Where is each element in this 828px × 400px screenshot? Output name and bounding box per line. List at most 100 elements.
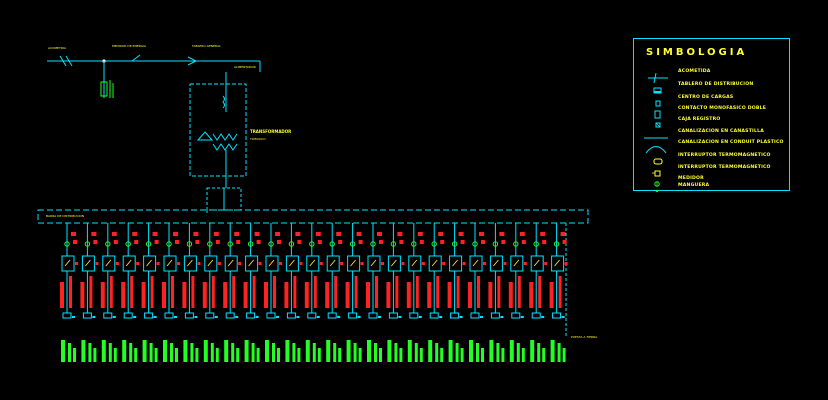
circuit-red-label bbox=[468, 282, 472, 308]
circuit-load-box bbox=[450, 312, 460, 319]
circuit-20 bbox=[447, 223, 466, 362]
circuit-switch-icon bbox=[146, 259, 152, 267]
circuit-switch-icon bbox=[350, 259, 356, 267]
circuit-green-label bbox=[326, 340, 331, 362]
circuit-tag bbox=[523, 262, 527, 265]
circuit-tag bbox=[93, 240, 98, 244]
circuit-load-box bbox=[429, 312, 439, 319]
circuit-load-tag bbox=[276, 316, 279, 318]
circuit-green-label bbox=[93, 348, 97, 362]
circuit-tag bbox=[132, 232, 138, 236]
circuit-panel bbox=[367, 255, 381, 272]
circuit-green-label bbox=[374, 343, 377, 362]
circuit-tag bbox=[299, 262, 303, 265]
circuit-load-box bbox=[531, 312, 541, 319]
circuit-red-label bbox=[488, 282, 493, 308]
legend-item: CONTACTO MONOFASICO DOBLE bbox=[642, 105, 787, 119]
circuit-red-label bbox=[354, 276, 358, 308]
circuit-load-tag bbox=[337, 316, 341, 318]
top-label-3: TABLERO GENERAL bbox=[191, 44, 221, 48]
circuit-panel bbox=[61, 255, 75, 272]
circuit-green-label bbox=[61, 340, 65, 362]
circuit-red-label bbox=[60, 282, 64, 308]
circuit-tag bbox=[442, 262, 446, 265]
circuit-green-label bbox=[265, 340, 269, 362]
circuit-red-label bbox=[477, 276, 480, 308]
circuit-load-box bbox=[388, 312, 398, 319]
circuit-5 bbox=[141, 223, 160, 362]
circuit-green-label bbox=[407, 340, 412, 362]
legend-item: TABLERO DE DISTRIBUCION bbox=[642, 81, 787, 94]
circuit-green-label bbox=[394, 343, 398, 362]
circuit-tag bbox=[134, 240, 139, 244]
circuit-tag bbox=[340, 262, 344, 265]
circuit-tag bbox=[438, 232, 444, 236]
circuit-panel bbox=[428, 255, 442, 272]
circuit-4 bbox=[121, 223, 140, 362]
circuit-red-label bbox=[366, 282, 370, 308]
circuit-load-tag bbox=[561, 316, 565, 318]
circuit-tag bbox=[560, 232, 566, 236]
legend-item-label: CANALIZACION EN CANASTILLA bbox=[678, 129, 764, 134]
circuit-green-label bbox=[312, 343, 316, 362]
circuit-green-label bbox=[236, 348, 240, 362]
circuit-green-label bbox=[317, 348, 321, 362]
circuit-tag bbox=[115, 262, 119, 265]
circuit-16 bbox=[366, 223, 384, 362]
circuit-red-label bbox=[252, 276, 256, 308]
circuit-switch-icon bbox=[513, 259, 520, 267]
circuit-green-label bbox=[215, 348, 219, 362]
legend-item-label: INTERRUPTOR TERMOMAGNETICO bbox=[678, 153, 771, 158]
circuit-load-box bbox=[552, 312, 562, 319]
circuit-7 bbox=[182, 223, 201, 362]
circuit-red-label bbox=[150, 276, 154, 308]
legend-item: INTERRUPTOR TERMOMAGNETICO bbox=[642, 152, 787, 165]
circuit-panel bbox=[489, 255, 503, 272]
circuit-green-label bbox=[149, 343, 153, 362]
circuit-13 bbox=[304, 223, 323, 362]
circuit-green-label bbox=[521, 348, 525, 362]
circuit-green-label bbox=[562, 348, 566, 362]
circuit-load-box bbox=[327, 312, 337, 319]
circuit-load-box bbox=[164, 312, 174, 319]
circuit-green-label bbox=[297, 348, 301, 362]
breaker-icon bbox=[642, 152, 670, 165]
breaker-small-icon bbox=[642, 164, 670, 177]
circuit-tag bbox=[521, 240, 526, 244]
circuit-load-tag bbox=[194, 316, 198, 318]
circuit-tag bbox=[275, 232, 280, 236]
circuit-green-label bbox=[414, 343, 418, 362]
circuit-green-label bbox=[244, 340, 249, 362]
circuit-green-label bbox=[81, 340, 86, 362]
circuit-load-tag bbox=[459, 316, 463, 318]
circuit-load-box bbox=[103, 312, 113, 319]
circuit-green-label bbox=[224, 340, 229, 362]
circuit-tag bbox=[542, 240, 547, 244]
legend-item: MANGUERA bbox=[642, 182, 787, 193]
circuit-switch-icon bbox=[64, 259, 71, 267]
outlet-icon bbox=[642, 105, 670, 119]
circuit-switch-icon bbox=[309, 259, 316, 267]
circuit-green-label bbox=[455, 343, 459, 362]
circuit-red-label bbox=[109, 276, 113, 308]
circuit-green-label bbox=[210, 343, 214, 362]
legend-item-label: CENTRO DE CARGAS bbox=[678, 95, 734, 100]
circuit-load-tag bbox=[214, 316, 218, 318]
circuit-green-label bbox=[154, 348, 158, 362]
circuit-panel bbox=[285, 255, 299, 272]
circuit-tag bbox=[71, 232, 76, 236]
circuit-load-box bbox=[205, 312, 215, 319]
circuit-green-label bbox=[367, 340, 371, 362]
circuit-red-label bbox=[171, 276, 174, 308]
top-label-2: MEDIDOR DE ENERGIA bbox=[112, 44, 147, 48]
circuit-tag bbox=[460, 240, 465, 244]
circuit-tag bbox=[360, 262, 364, 265]
circuit-tag bbox=[562, 240, 567, 244]
circuit-load-tag bbox=[398, 316, 402, 318]
circuit-red-label bbox=[202, 282, 207, 308]
bus-label: BARRA DE DISTRIBUCION bbox=[46, 214, 84, 218]
circuit-red-label bbox=[325, 282, 330, 308]
circuit-load-box bbox=[286, 312, 296, 319]
circuit-2 bbox=[80, 223, 99, 362]
circuit-tag bbox=[215, 240, 220, 244]
